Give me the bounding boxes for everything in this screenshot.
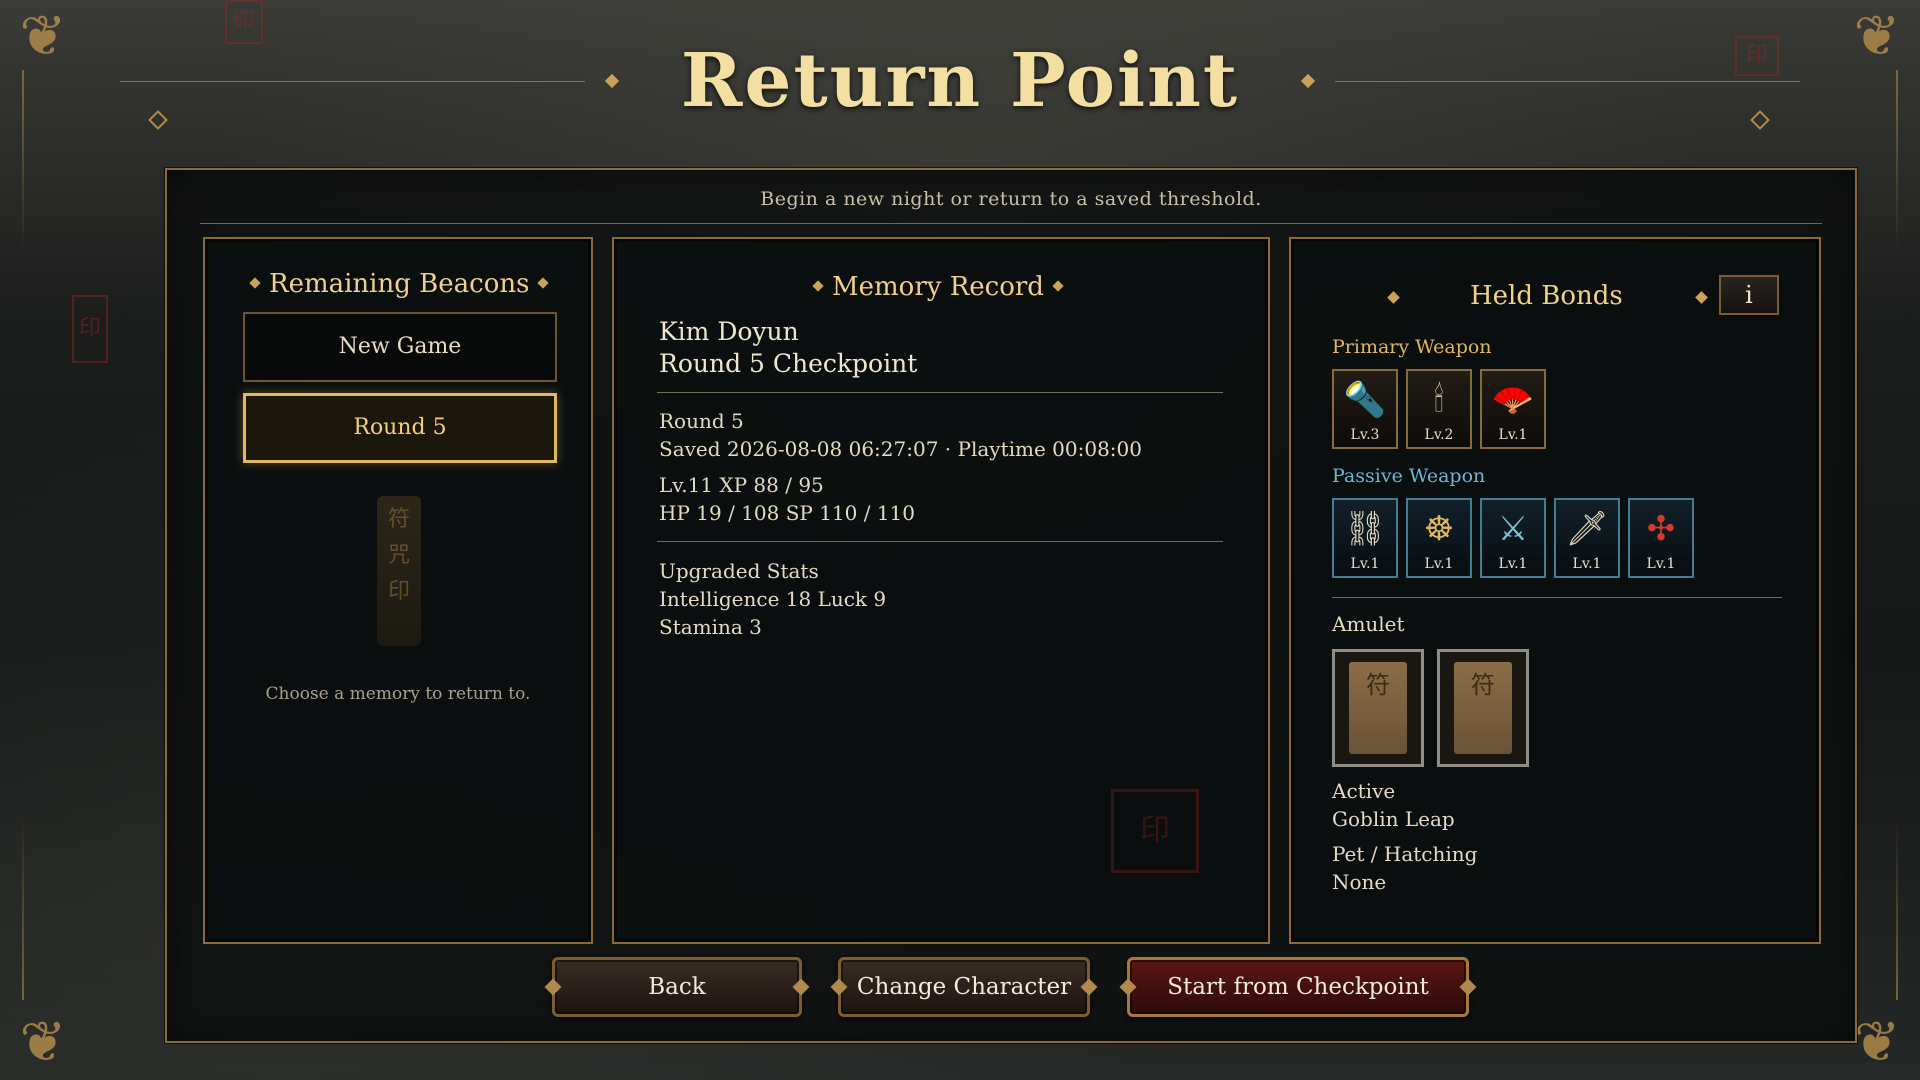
start-from-checkpoint-label: Start from Checkpoint xyxy=(1167,974,1429,1000)
blue-dagger-icon: 🗡 xyxy=(1565,509,1609,549)
weapon-level: Lv.1 xyxy=(1646,556,1676,572)
back-button-label: Back xyxy=(648,974,706,1000)
page-title: Return Point xyxy=(680,38,1240,124)
upgraded-stats-line: Stamina 3 xyxy=(659,615,762,639)
heading-diamond-icon xyxy=(1695,291,1708,304)
round-value: Round 5 xyxy=(659,409,744,433)
fire-fan-icon: 🪭 xyxy=(1491,380,1535,420)
change-character-button[interactable]: Change Character xyxy=(830,957,1098,1017)
talisman-icon: 符咒印 xyxy=(377,496,421,646)
held-bonds-heading: Held Bonds xyxy=(1470,281,1623,311)
red-charm-icon: ✣ xyxy=(1646,509,1676,549)
active-value: Goblin Leap xyxy=(1332,807,1455,831)
weapon-level: Lv.1 xyxy=(1498,427,1528,443)
flashlight-icon: 🔦 xyxy=(1343,380,1387,420)
heading-diamond-icon xyxy=(1387,291,1400,304)
spirit-ring-icon: ☸ xyxy=(1423,509,1455,549)
upgraded-stats-heading: Upgraded Stats xyxy=(659,559,819,583)
divider xyxy=(657,541,1223,542)
ornament-corner-icon: ❦ xyxy=(19,1010,67,1075)
primary-weapon-slot[interactable]: 🪭 Lv.1 xyxy=(1480,369,1546,449)
character-name: Kim Doyun xyxy=(659,317,799,346)
primary-weapon-slot[interactable]: 🕯 Lv.2 xyxy=(1406,369,1472,449)
amulet-label: Amulet xyxy=(1332,612,1405,636)
level-xp: Lv.11 XP 88 / 95 xyxy=(659,473,824,497)
passive-weapon-slot[interactable]: ✣ Lv.1 xyxy=(1628,498,1694,578)
divider xyxy=(657,392,1223,393)
heading-diamond-icon xyxy=(537,277,550,289)
start-from-checkpoint-button[interactable]: Start from Checkpoint xyxy=(1119,957,1477,1017)
beacons-panel: Remaining Beacons New Game Round 5 符咒印 C… xyxy=(203,237,593,944)
weapon-level: Lv.1 xyxy=(1572,556,1602,572)
primary-weapon-slot[interactable]: 🔦 Lv.3 xyxy=(1332,369,1398,449)
weapon-level: Lv.1 xyxy=(1498,556,1528,572)
page-subtitle: Begin a new night or return to a saved t… xyxy=(760,188,1262,210)
primary-weapon-label: Primary Weapon xyxy=(1332,336,1492,358)
saved-playtime: Saved 2026-08-08 06:27:07 · Playtime 00:… xyxy=(659,437,1142,461)
pet-label: Pet / Hatching xyxy=(1332,842,1478,866)
memory-record-panel: Memory Record Kim Doyun Round 5 Checkpoi… xyxy=(612,237,1270,944)
amulet-slot[interactable]: 符 xyxy=(1332,649,1424,767)
divider xyxy=(1332,597,1782,598)
round-5-button[interactable]: Round 5 xyxy=(243,393,557,463)
red-seal-icon: 印 xyxy=(72,295,108,363)
info-button[interactable]: i xyxy=(1719,275,1779,315)
beacons-heading: Remaining Beacons xyxy=(241,269,557,299)
weapon-level: Lv.2 xyxy=(1424,427,1454,443)
beacons-heading-label: Remaining Beacons xyxy=(269,269,530,299)
weapon-level: Lv.3 xyxy=(1350,427,1380,443)
talisman-card-icon: 符 xyxy=(1454,662,1512,754)
upgraded-stats-line: Intelligence 18 Luck 9 xyxy=(659,587,887,611)
active-label: Active xyxy=(1332,779,1396,803)
twin-candles-icon: 🕯 xyxy=(1434,380,1444,420)
crossed-shield-icon: ⚔ xyxy=(1497,509,1529,549)
heading-diamond-icon xyxy=(1052,280,1064,292)
held-bonds-panel: Held Bonds i Primary Weapon 🔦 Lv.3 🕯 Lv.… xyxy=(1289,237,1821,944)
back-button[interactable]: Back xyxy=(544,957,810,1017)
talisman-card-icon: 符 xyxy=(1349,662,1407,754)
memory-heading: Memory Record xyxy=(804,272,1072,302)
pet-value: None xyxy=(1332,870,1387,894)
passive-weapon-slot[interactable]: ⛓ Lv.1 xyxy=(1332,498,1398,578)
passive-weapon-slot[interactable]: ☸ Lv.1 xyxy=(1406,498,1472,578)
subtitle-rule xyxy=(200,223,1822,224)
checkpoint-name: Round 5 Checkpoint xyxy=(659,349,918,378)
ornament-line xyxy=(1896,820,1898,1000)
choose-memory-hint: Choose a memory to return to. xyxy=(265,684,531,704)
weapon-level: Lv.1 xyxy=(1350,556,1380,572)
ornament-line xyxy=(22,820,24,1000)
red-seal-icon: 印 xyxy=(1111,789,1199,873)
weapon-level: Lv.1 xyxy=(1424,556,1454,572)
passive-weapon-slot[interactable]: 🗡 Lv.1 xyxy=(1554,498,1620,578)
memory-heading-label: Memory Record xyxy=(832,272,1044,302)
hp-sp: HP 19 / 108 SP 110 / 110 xyxy=(659,501,916,525)
heading-diamond-icon xyxy=(249,277,261,289)
heading-diamond-icon xyxy=(812,280,824,292)
passive-weapon-slot[interactable]: ⚔ Lv.1 xyxy=(1480,498,1546,578)
amulet-slot[interactable]: 符 xyxy=(1437,649,1529,767)
new-game-button[interactable]: New Game xyxy=(243,312,557,382)
change-character-label: Change Character xyxy=(856,974,1072,1000)
armored-disc-icon: ⛓ xyxy=(1343,509,1387,549)
passive-weapon-label: Passive Weapon xyxy=(1332,465,1486,487)
